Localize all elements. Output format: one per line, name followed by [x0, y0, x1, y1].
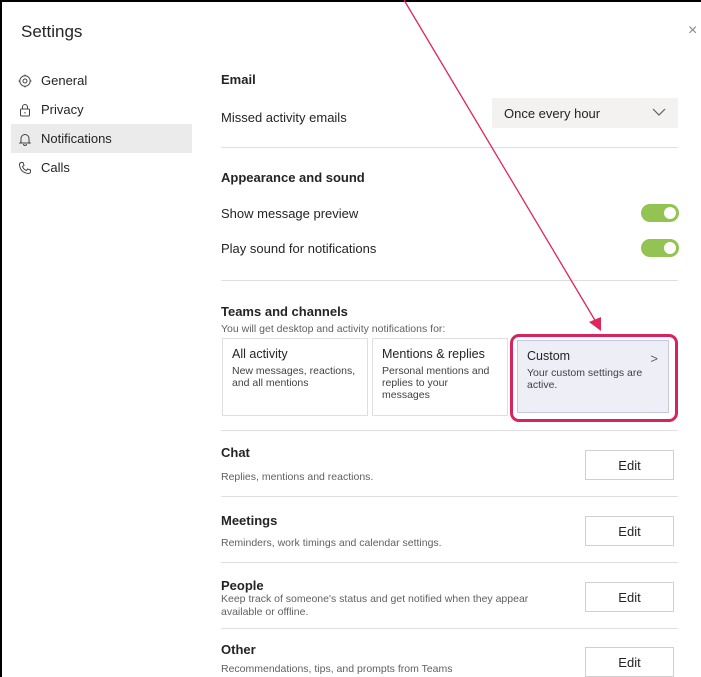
annotation-arrow — [403, 0, 601, 331]
